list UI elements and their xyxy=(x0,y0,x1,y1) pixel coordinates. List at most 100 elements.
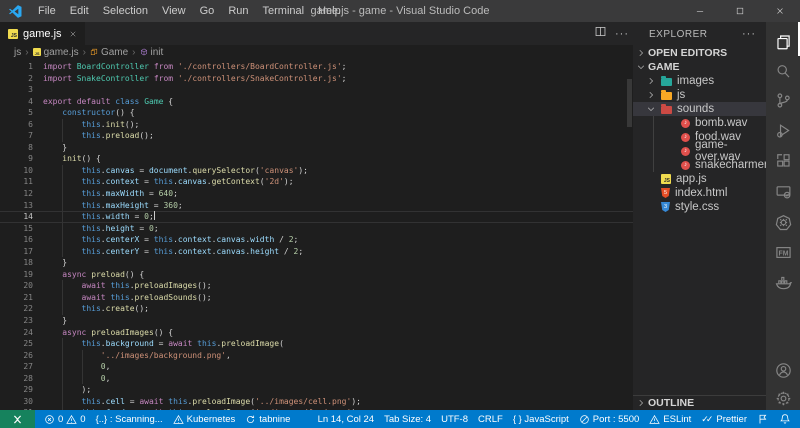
activity-kubernetes[interactable] xyxy=(766,208,800,236)
activity-source-control[interactable] xyxy=(766,86,800,114)
code-line[interactable]: 3 xyxy=(0,84,633,96)
activity-manage[interactable] xyxy=(766,384,800,412)
tree-item-sounds[interactable]: sounds xyxy=(633,102,766,116)
close-tab-icon[interactable] xyxy=(69,30,77,38)
status-language-mode[interactable]: { } JavaScript xyxy=(508,414,574,425)
code-line[interactable]: 25 this.background = await this.preloadI… xyxy=(0,338,633,350)
breadcrumb-item-game-js[interactable]: JSgame.js xyxy=(33,47,79,58)
menu-help[interactable]: Help xyxy=(311,0,348,22)
code-line[interactable]: 19 async preload() { xyxy=(0,269,633,281)
maximize-button[interactable] xyxy=(720,0,760,22)
editor-scrollbar[interactable] xyxy=(627,79,632,127)
activity-fm-extension[interactable]: FM xyxy=(766,238,800,266)
more-actions-icon[interactable]: ··· xyxy=(615,29,629,39)
status-problems[interactable]: 00 xyxy=(39,414,91,425)
status-kubernetes-status[interactable]: Kubernetes xyxy=(168,414,241,425)
root-folder-section[interactable]: GAME xyxy=(633,60,766,74)
menu-run[interactable]: Run xyxy=(221,0,255,22)
menu-terminal[interactable]: Terminal xyxy=(256,0,312,22)
code-line[interactable]: 17 this.centerY = this.context.canvas.he… xyxy=(0,246,633,258)
code-line[interactable]: 23 } xyxy=(0,315,633,327)
code-line[interactable]: 20 await this.preloadImages(); xyxy=(0,280,633,292)
breadcrumb-item-game[interactable]: Game xyxy=(90,47,128,58)
images-folder-icon xyxy=(661,78,672,86)
status-prettier[interactable]: ✓✓Prettier xyxy=(696,414,752,425)
code-line[interactable]: 28 0, xyxy=(0,373,633,385)
code-line[interactable]: 2import SnakeController from './controll… xyxy=(0,73,633,85)
tree-item-images[interactable]: images xyxy=(633,74,766,88)
breadcrumb-item-init[interactable]: init xyxy=(140,47,164,58)
menu-view[interactable]: View xyxy=(155,0,193,22)
tree-item-game-over-wav[interactable]: ♪game-over.wav xyxy=(633,144,766,158)
close-window-button[interactable] xyxy=(760,0,800,22)
code-line[interactable]: 21 await this.preloadSounds(); xyxy=(0,292,633,304)
menu-file[interactable]: File xyxy=(31,0,63,22)
status-live-server-port[interactable]: Port : 5500 xyxy=(574,414,644,425)
explorer-title: EXPLORER xyxy=(649,29,707,40)
explorer-more-actions-icon[interactable]: ··· xyxy=(742,29,756,39)
code-line[interactable]: 10 this.canvas = document.querySelector(… xyxy=(0,165,633,177)
activity-explorer[interactable] xyxy=(766,28,800,56)
code-text: this.maxHeight = 360; xyxy=(43,200,183,212)
menu-go[interactable]: Go xyxy=(193,0,222,22)
sync-icon xyxy=(245,414,256,425)
tree-item-js[interactable]: js xyxy=(633,88,766,102)
code-line[interactable]: 15 this.height = 0; xyxy=(0,223,633,235)
activity-account[interactable] xyxy=(766,356,800,384)
status-notifications[interactable] xyxy=(774,413,796,425)
code-line[interactable]: 14 this.width = 0; xyxy=(0,211,633,223)
tab-game-js[interactable]: JS game.js xyxy=(0,22,85,45)
activity-docker[interactable] xyxy=(766,268,800,296)
breadcrumb-item-js[interactable]: js xyxy=(14,47,21,58)
tree-item-style-css[interactable]: 3style.css xyxy=(633,200,766,214)
code-line[interactable]: 18 } xyxy=(0,257,633,269)
code-line[interactable]: 27 0, xyxy=(0,361,633,373)
code-editor[interactable]: 1import BoardController from './controll… xyxy=(0,59,633,410)
code-line[interactable]: 24 async preloadImages() { xyxy=(0,327,633,339)
code-line[interactable]: 1import BoardController from './controll… xyxy=(0,61,633,73)
remote-indicator[interactable] xyxy=(0,410,35,428)
code-line[interactable]: 4export default class Game { xyxy=(0,96,633,108)
code-line[interactable]: 13 this.maxHeight = 360; xyxy=(0,200,633,212)
status-scanning[interactable]: {..} : Scanning... xyxy=(91,414,168,425)
tree-item-index-html[interactable]: 5index.html xyxy=(633,186,766,200)
status-eslint[interactable]: ESLint xyxy=(644,414,696,425)
code-text: this.create(); xyxy=(43,303,149,315)
code-line[interactable]: 11 this.context = this.canvas.getContext… xyxy=(0,176,633,188)
code-line[interactable]: 6 this.init(); xyxy=(0,119,633,131)
code-line[interactable]: 29 ); xyxy=(0,384,633,396)
code-line[interactable]: 9 init() { xyxy=(0,153,633,165)
warning-triangle-icon xyxy=(173,414,184,425)
menu-edit[interactable]: Edit xyxy=(63,0,96,22)
status-cursor-position[interactable]: Ln 14, Col 24 xyxy=(313,414,380,425)
tree-item-bomb-wav[interactable]: ♪bomb.wav xyxy=(633,116,766,130)
status-encoding[interactable]: UTF-8 xyxy=(436,414,473,425)
line-number: 5 xyxy=(0,107,33,119)
code-line[interactable]: 30 this.cell = await this.preloadImage('… xyxy=(0,396,633,408)
split-editor-icon[interactable] xyxy=(594,25,607,43)
status-indentation[interactable]: Tab Size: 4 xyxy=(379,414,436,425)
activity-extensions[interactable] xyxy=(766,146,800,174)
minimize-button[interactable] xyxy=(680,0,720,22)
open-editors-section[interactable]: OPEN EDITORS xyxy=(633,46,766,60)
status-feedback[interactable] xyxy=(752,413,774,425)
sounds-folder-icon xyxy=(661,106,672,114)
code-line[interactable]: 22 this.create(); xyxy=(0,303,633,315)
tree-item-snakecharmer-wav[interactable]: ♪snakecharmer.wav xyxy=(633,158,766,172)
tree-indent-guide xyxy=(653,130,654,144)
activity-run-debug[interactable] xyxy=(766,116,800,144)
code-line[interactable]: 8 } xyxy=(0,142,633,154)
tree-item-app-js[interactable]: JSapp.js xyxy=(633,172,766,186)
code-line[interactable]: 7 this.preload(); xyxy=(0,130,633,142)
code-line[interactable]: 26 '../images/background.png', xyxy=(0,350,633,362)
activity-remote-explorer[interactable] xyxy=(766,177,800,205)
activity-search[interactable] xyxy=(766,57,800,85)
code-line[interactable]: 12 this.maxWidth = 640; xyxy=(0,188,633,200)
code-line[interactable]: 16 this.centerX = this.context.canvas.wi… xyxy=(0,234,633,246)
code-line[interactable]: 5 constructor() { xyxy=(0,107,633,119)
status-tabnine[interactable]: tabnine xyxy=(240,414,295,425)
menu-selection[interactable]: Selection xyxy=(96,0,155,22)
remote-indicator xyxy=(11,413,24,426)
outline-section[interactable]: OUTLINE xyxy=(633,395,766,410)
status-eol[interactable]: CRLF xyxy=(473,414,508,425)
